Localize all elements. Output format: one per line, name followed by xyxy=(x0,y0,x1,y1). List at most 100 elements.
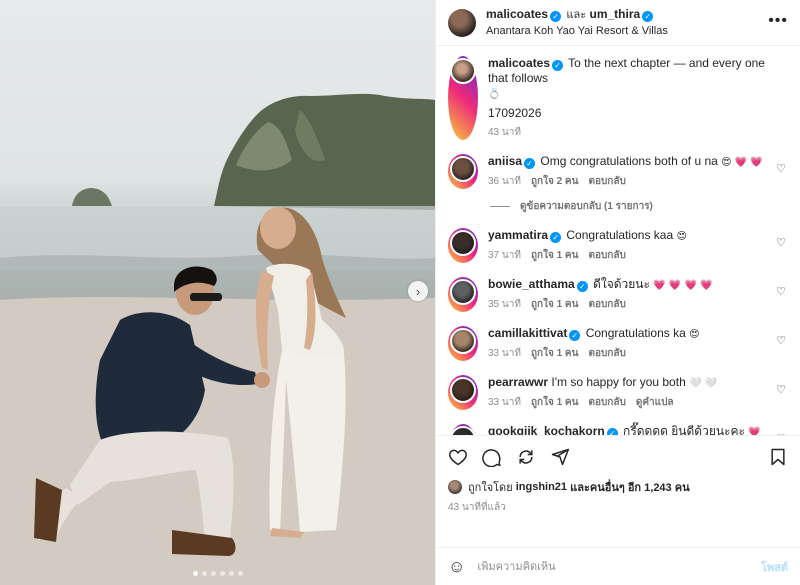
comment-text: ดีใจด้วยนะ xyxy=(593,277,650,291)
comment-time[interactable]: 37 นาที xyxy=(488,250,521,261)
comment-row: yammatira ✓ Congratulations kaa 😍 37 นาที ถ… xyxy=(448,228,788,263)
coauthor-joiner: และ xyxy=(566,9,587,21)
author-username-1[interactable]: malicoates xyxy=(486,7,548,21)
verified-icon: ✓ xyxy=(524,158,536,169)
translate-button[interactable]: ดูคำแปล xyxy=(636,397,674,408)
carousel-dot[interactable] xyxy=(219,571,225,576)
commenter-username[interactable]: camillakittivat xyxy=(488,326,567,340)
likes-summary[interactable]: ถูกใจโดย ingshin21 และคนอื่นๆ อีก 1,243 … xyxy=(448,478,788,496)
verified-icon: ✓ xyxy=(606,428,618,435)
commenter-avatar[interactable] xyxy=(450,328,476,354)
comment-input[interactable] xyxy=(477,560,761,573)
post-comment-button[interactable]: โพสต์ xyxy=(761,558,788,576)
comment-text: I'm so happy for you both xyxy=(551,375,686,389)
post-time[interactable]: 43 นาทีที่แล้ว xyxy=(448,500,788,515)
caption-username[interactable]: malicoates xyxy=(488,56,550,70)
comment-emoji: 😍 xyxy=(676,231,687,242)
commenter-avatar[interactable] xyxy=(450,426,476,435)
carousel-dot[interactable] xyxy=(228,571,234,576)
carousel-dot[interactable] xyxy=(237,571,243,576)
comment-icon[interactable] xyxy=(482,447,502,467)
comment-time[interactable]: 33 นาที xyxy=(488,397,521,408)
comment-emoji: 💗 💗 💗 💗 xyxy=(653,280,713,291)
commenter-avatar[interactable] xyxy=(450,279,476,305)
carousel-dot[interactable] xyxy=(201,571,207,576)
commenter-avatar[interactable] xyxy=(450,230,476,256)
reply-button[interactable]: ตอบกลับ xyxy=(588,176,625,187)
comment-likes[interactable]: ถูกใจ 1 คน xyxy=(531,299,579,310)
comment-text: Congratulations kaa xyxy=(566,228,674,242)
author-avatar[interactable] xyxy=(448,8,476,37)
commenter-avatar[interactable] xyxy=(450,377,476,403)
post-photo: › xyxy=(0,0,435,585)
share-icon[interactable] xyxy=(516,447,536,467)
reply-button[interactable]: ตอบกลับ xyxy=(588,397,625,408)
post-actions: ถูกใจโดย ingshin21 และคนอื่นๆ อีก 1,243 … xyxy=(436,435,800,547)
comment-emoji: 🤍 🤍 xyxy=(689,378,718,389)
comment-text: Congratulations ka xyxy=(585,326,686,340)
reply-button[interactable]: ตอบกลับ xyxy=(588,250,625,261)
verified-icon: ✓ xyxy=(576,281,588,292)
caption-avatar[interactable] xyxy=(450,58,476,84)
comment-likes[interactable]: ถูกใจ 1 คน xyxy=(531,250,579,261)
verified-icon: ✓ xyxy=(552,60,564,71)
commenter-username[interactable]: bowie_atthama xyxy=(488,277,575,291)
verified-icon: ✓ xyxy=(550,11,562,22)
comment-text: Omg congratulations both of u na xyxy=(540,154,718,168)
next-photo-button[interactable]: › xyxy=(408,281,428,301)
heart-icon[interactable] xyxy=(448,447,468,467)
more-icon[interactable]: ••• xyxy=(768,12,788,30)
comment-time[interactable]: 33 นาที xyxy=(488,348,521,359)
commenter-avatar[interactable] xyxy=(450,156,476,182)
post-header: malicoates ✓ และ um_thira ✓ Anantara Koh Y… xyxy=(436,0,800,46)
replies-divider xyxy=(490,206,510,207)
commenter-username[interactable]: yammatira xyxy=(488,228,548,242)
like-comment-heart-icon[interactable]: ♡ xyxy=(776,383,786,396)
commenter-username[interactable]: pearrawwr xyxy=(488,375,548,389)
comment-row: gookgiik_kochakorn ✓ กรี๊ดดดด ยินดีด้วยนะ… xyxy=(448,424,788,435)
emoji-icon[interactable]: ☺ xyxy=(448,557,465,577)
comments-list[interactable]: malicoates ✓ To the next chapter — and ev… xyxy=(436,46,800,435)
comment-row: camillakittivat ✓ Congratulations ka 😍 33 … xyxy=(448,326,788,361)
carousel-indicator xyxy=(0,571,435,576)
likes-prefix: ถูกใจโดย xyxy=(468,482,513,494)
likes-suffix: และคนอื่นๆ อีก 1,243 คน xyxy=(570,482,690,494)
caption-time: 43 นาที xyxy=(488,127,521,138)
like-comment-heart-icon[interactable]: ♡ xyxy=(776,162,786,175)
reply-button[interactable]: ตอบกลับ xyxy=(588,348,625,359)
like-comment-heart-icon[interactable]: ♡ xyxy=(776,236,786,249)
commenter-username[interactable]: aniisa xyxy=(488,154,522,168)
comment-time[interactable]: 36 นาที xyxy=(488,176,521,187)
comment-composer: ☺ โพสต์ xyxy=(436,547,800,585)
verified-icon: ✓ xyxy=(550,232,562,243)
comment-likes[interactable]: ถูกใจ 2 คน xyxy=(531,176,579,187)
liker-avatar xyxy=(448,480,462,494)
liker-username[interactable]: ingshin21 xyxy=(516,481,567,493)
send-icon[interactable] xyxy=(550,447,570,467)
comment-row: pearrawwr I'm so happy for you both 🤍 🤍 3… xyxy=(448,375,788,410)
post-side-panel: malicoates ✓ และ um_thira ✓ Anantara Koh Y… xyxy=(435,0,800,585)
comment-likes[interactable]: ถูกใจ 1 คน xyxy=(531,348,579,359)
beach-scene-illustration xyxy=(0,93,435,585)
comment-time[interactable]: 35 นาที xyxy=(488,299,521,310)
author-username-2[interactable]: um_thira xyxy=(589,7,640,21)
comment-row: bowie_atthama ✓ ดีใจด้วยนะ 💗 💗 💗 💗 35 นาที… xyxy=(448,277,788,312)
like-comment-heart-icon[interactable]: ♡ xyxy=(776,285,786,298)
commenter-username[interactable]: gookgiik_kochakorn xyxy=(488,424,605,435)
view-replies-toggle[interactable]: ดูข้อความตอบกลับ (1 รายการ) xyxy=(490,199,788,214)
like-comment-heart-icon[interactable]: ♡ xyxy=(776,334,786,347)
verified-icon: ✓ xyxy=(569,330,581,341)
caption-tag: 17092026 xyxy=(488,106,542,120)
carousel-dot[interactable] xyxy=(192,571,198,576)
ring-emoji: 💍 xyxy=(488,89,501,100)
reply-button[interactable]: ตอบกลับ xyxy=(588,299,625,310)
comment-row: aniisa ✓ Omg congratulations both of u na… xyxy=(448,154,788,189)
comment-emoji: 😍 xyxy=(689,329,700,340)
comment-text: กรี๊ดดดด ยินดีด้วยนะคะ xyxy=(623,424,745,435)
carousel-dot[interactable] xyxy=(210,571,216,576)
comment-likes[interactable]: ถูกใจ 1 คน xyxy=(531,397,579,408)
location-link[interactable]: Anantara Koh Yao Yai Resort & Villas xyxy=(486,23,668,39)
verified-icon: ✓ xyxy=(642,11,654,22)
bookmark-icon[interactable] xyxy=(768,447,788,467)
chevron-right-icon: › xyxy=(415,283,421,299)
